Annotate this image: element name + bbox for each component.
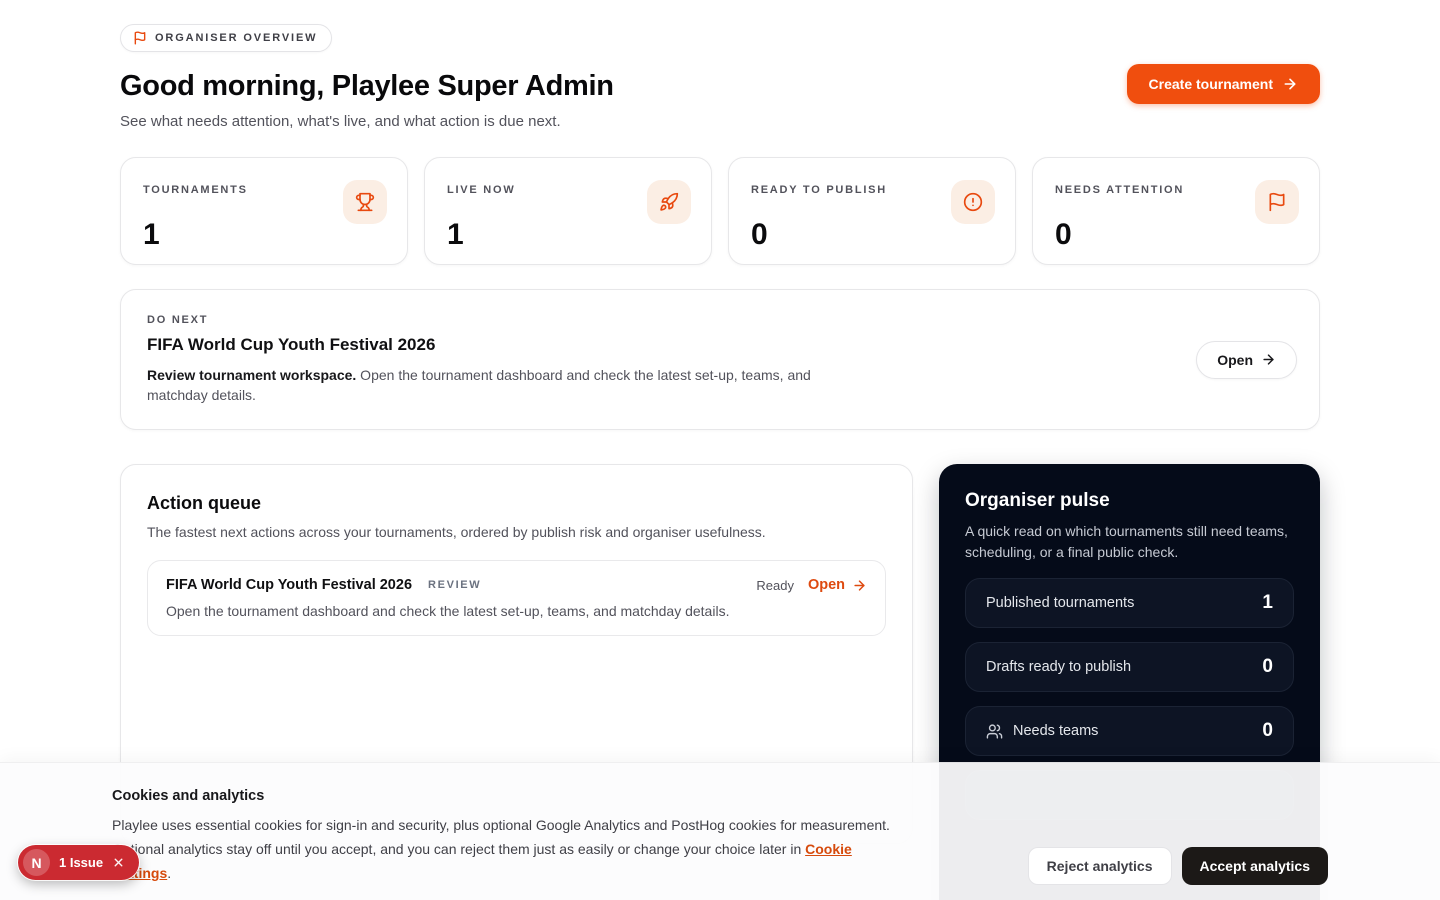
- dev-issues-label: 1 Issue: [59, 855, 103, 870]
- stat-value: 0: [751, 218, 995, 252]
- dev-issues-pill[interactable]: N 1 Issue: [18, 845, 139, 880]
- badge-label: ORGANISER OVERVIEW: [155, 32, 317, 44]
- stat-label: NEEDS ATTENTION: [1055, 178, 1184, 196]
- pulse-row-label: Published tournaments: [986, 595, 1134, 611]
- arrow-right-icon: [1282, 76, 1298, 92]
- stat-card-ready-to-publish: READY TO PUBLISH 0: [728, 157, 1016, 265]
- close-icon[interactable]: [112, 856, 125, 869]
- pulse-row-needs-teams: Needs teams 0: [965, 706, 1294, 756]
- pulse-row-drafts: Drafts ready to publish 0: [965, 642, 1294, 692]
- organiser-overview-badge: ORGANISER OVERVIEW: [120, 24, 332, 52]
- stat-label: READY TO PUBLISH: [751, 178, 887, 196]
- cookie-banner-title: Cookies and analytics: [112, 788, 1440, 804]
- flag-icon: [133, 31, 147, 45]
- create-tournament-label: Create tournament: [1149, 76, 1273, 92]
- cookie-body-text: Playlee uses essential cookies for sign-…: [112, 817, 890, 857]
- do-next-card: DO NEXT FIFA World Cup Youth Festival 20…: [120, 289, 1320, 430]
- cookie-body-period: .: [167, 865, 171, 881]
- accept-analytics-button[interactable]: Accept analytics: [1182, 847, 1329, 885]
- do-next-open-button[interactable]: Open: [1196, 341, 1297, 379]
- reject-analytics-button[interactable]: Reject analytics: [1028, 847, 1172, 885]
- pulse-row-published: Published tournaments 1: [965, 578, 1294, 628]
- nextjs-logo-icon: N: [23, 849, 50, 876]
- stat-value: 0: [1055, 218, 1299, 252]
- pulse-row-value: 0: [1262, 720, 1273, 742]
- stat-value: 1: [143, 218, 387, 252]
- queue-item-status: Ready: [756, 578, 794, 593]
- cookie-actions: Reject analytics Accept analytics: [1028, 847, 1328, 885]
- page-subtitle: See what needs attention, what's live, a…: [120, 113, 1320, 130]
- open-button-label: Open: [1217, 352, 1253, 368]
- stat-card-tournaments: TOURNAMENTS 1: [120, 157, 408, 265]
- pulse-row-label: Drafts ready to publish: [986, 659, 1131, 675]
- cookie-banner-body: Playlee uses essential cookies for sign-…: [112, 813, 907, 885]
- do-next-eyebrow: DO NEXT: [147, 314, 1293, 326]
- stats-row: TOURNAMENTS 1 LIVE NOW 1 READY TO PUBLIS…: [120, 157, 1320, 265]
- queue-item-open-link[interactable]: Open: [808, 577, 867, 593]
- stat-card-live-now: LIVE NOW 1: [424, 157, 712, 265]
- do-next-title: FIFA World Cup Youth Festival 2026: [147, 335, 1293, 355]
- queue-item-tag: REVIEW: [428, 579, 481, 591]
- create-tournament-button[interactable]: Create tournament: [1127, 64, 1320, 104]
- queue-item: FIFA World Cup Youth Festival 2026 REVIE…: [147, 560, 886, 636]
- users-icon: [986, 723, 1003, 740]
- page-header: ORGANISER OVERVIEW Good morning, Playlee…: [120, 0, 1320, 130]
- queue-item-description: Open the tournament dashboard and check …: [166, 603, 867, 619]
- pulse-row-value: 1: [1262, 592, 1273, 614]
- queue-item-title: FIFA World Cup Youth Festival 2026: [166, 577, 412, 593]
- cookie-banner: Cookies and analytics Playlee uses essen…: [0, 762, 1440, 900]
- organiser-pulse-title: Organiser pulse: [965, 490, 1294, 512]
- arrow-right-icon: [852, 578, 867, 593]
- do-next-description: Review tournament workspace. Open the to…: [147, 365, 827, 405]
- action-queue-description: The fastest next actions across your tou…: [147, 524, 886, 540]
- action-queue-title: Action queue: [147, 493, 886, 514]
- stat-card-needs-attention: NEEDS ATTENTION 0: [1032, 157, 1320, 265]
- pulse-row-value: 0: [1262, 656, 1273, 678]
- stat-label: LIVE NOW: [447, 178, 515, 196]
- stat-label: TOURNAMENTS: [143, 178, 248, 196]
- organiser-pulse-description: A quick read on which tournaments still …: [965, 521, 1294, 563]
- open-link-label: Open: [808, 577, 845, 593]
- do-next-action: Review tournament workspace.: [147, 367, 356, 383]
- stat-value: 1: [447, 218, 691, 252]
- pulse-row-label: Needs teams: [1013, 723, 1098, 739]
- arrow-right-icon: [1261, 352, 1276, 367]
